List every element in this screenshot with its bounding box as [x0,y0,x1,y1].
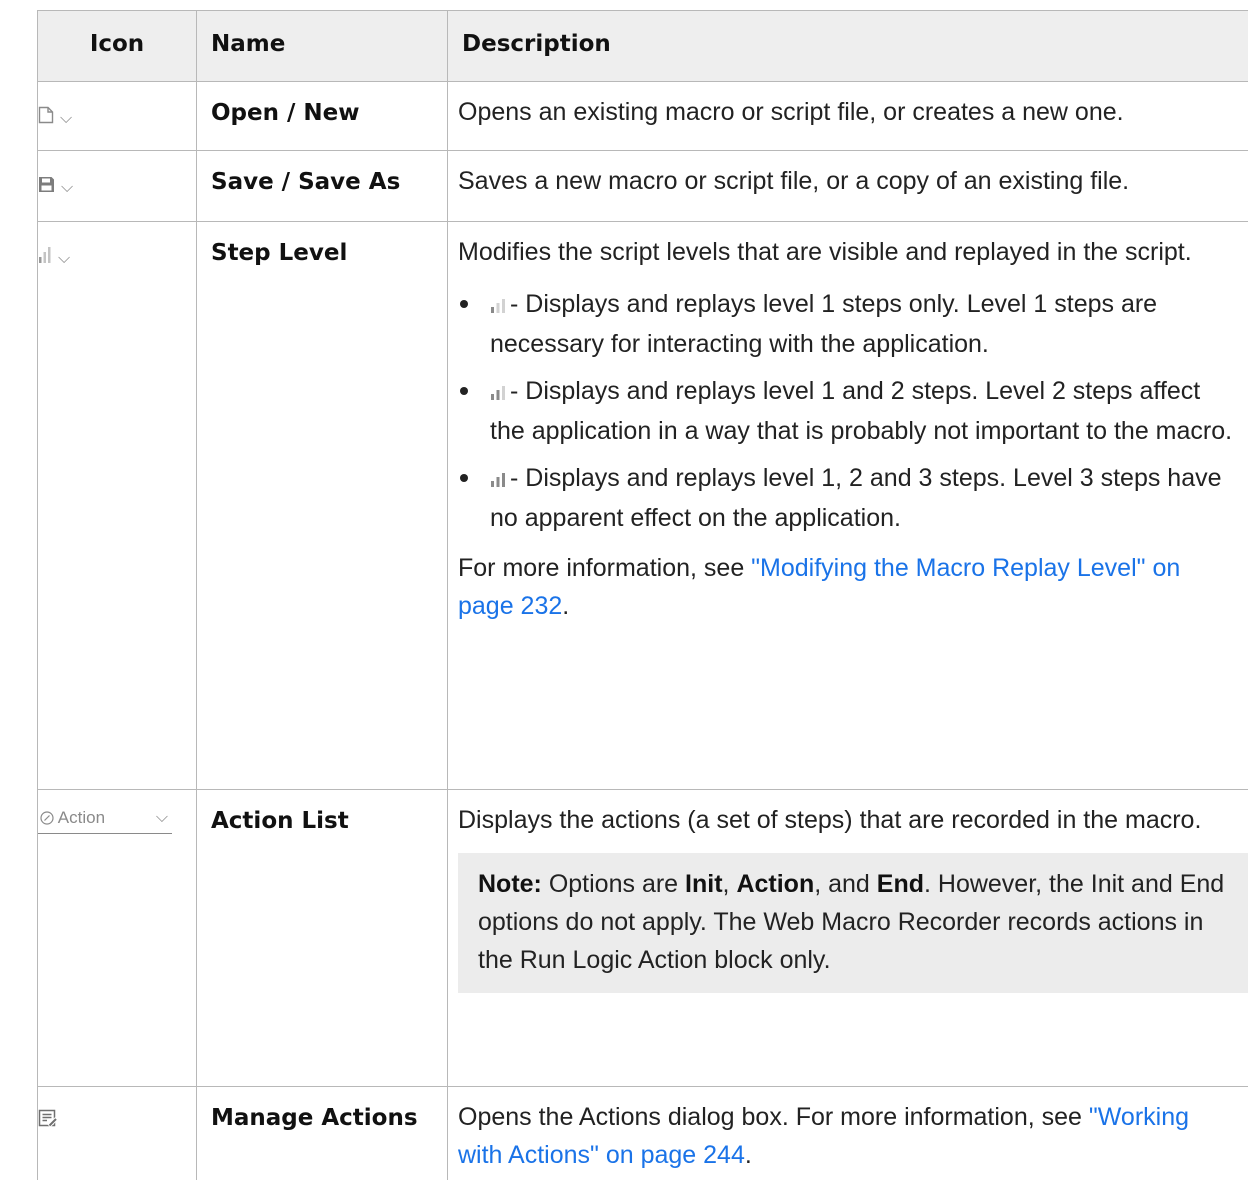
action-list-combo: Action ⌵ [38,803,172,834]
row-name: Open / New [196,81,448,151]
row-description: Saves a new macro or script file, or a c… [447,150,1248,222]
document-page: Icon Name Description ⌵ Open / New Opens… [0,0,1248,1180]
row-description: Modifies the script levels that are visi… [458,238,1192,266]
header-name: Name [196,10,448,82]
chevron-down-icon: ⌵ [60,110,73,127]
level-1-text: - Displays and replays level 1 steps onl… [490,290,1158,358]
more-info-suffix: . [562,592,570,620]
chevron-down-icon: ⌵ [58,250,71,267]
note-text: Options are [541,870,686,898]
row-description: Displays the actions (a set of steps) th… [458,806,1202,834]
table-row: Action ⌵ Action List Displays the action… [37,789,1248,1087]
note-action: Action [736,870,815,898]
save-icon [38,166,55,204]
action-circle-icon [40,811,54,825]
header-description: Description [447,10,1248,82]
row-name: Manage Actions [196,1086,448,1180]
row-description-cell: Opens the Actions dialog box. For more i… [447,1086,1248,1180]
level-2-text: - Displays and replays level 1 and 2 ste… [490,377,1233,445]
row-description-cell: Displays the actions (a set of steps) th… [447,789,1248,1087]
note-end: End [876,870,924,898]
table-row: ⌵ Save / Save As Saves a new macro or sc… [37,150,1248,222]
note-label: Note: [478,870,542,898]
level-3-text: - Displays and replays level 1, 2 and 3 … [490,464,1222,532]
row-name: Step Level [196,221,448,790]
note-init: Init [685,870,723,898]
more-info-prefix: For more information, see [458,554,752,582]
table-header-row: Icon Name Description [37,10,1248,82]
row-description: Opens the Actions dialog box. For more i… [458,1103,1089,1131]
list-item: - Displays and replays level 1 steps onl… [460,285,1235,363]
table-row: ⌵ Step Level Modifies the script levels … [37,221,1248,790]
row-name: Save / Save As [196,150,448,222]
level-3-icon [490,461,506,499]
list-item: - Displays and replays level 1, 2 and 3 … [460,459,1235,537]
row-description-suffix: . [744,1141,752,1169]
action-combo-label: Action [57,808,106,827]
more-info: For more information, see "Modifying the… [458,549,1235,625]
toolbar-reference-table: Icon Name Description ⌵ Open / New Opens… [37,10,1248,1180]
table-row: Manage Actions Opens the Actions dialog … [37,1086,1248,1180]
manage-actions-icon [38,1102,58,1140]
step-level-icon [38,237,52,275]
row-name: Action List [196,789,448,1087]
row-description-cell: Modifies the script levels that are visi… [447,221,1248,790]
icon-cell [37,1086,197,1180]
note-box: Note: Options are Init, Action, and End.… [458,853,1248,993]
list-item: - Displays and replays level 1 and 2 ste… [460,372,1235,450]
icon-cell: ⌵ [37,221,197,790]
table-row: ⌵ Open / New Opens an existing macro or … [37,81,1248,151]
level-1-icon [490,287,506,325]
note-text: , [722,870,737,898]
icon-cell: ⌵ [37,150,197,222]
level-2-icon [490,374,506,412]
row-description: Opens an existing macro or script file, … [447,81,1248,151]
chevron-down-icon: ⌵ [155,809,168,826]
chevron-down-icon: ⌵ [61,179,74,196]
new-file-icon [38,97,54,135]
icon-cell: Action ⌵ [37,789,197,1087]
icon-cell: ⌵ [37,81,197,151]
header-icon: Icon [37,10,197,82]
level-list: - Displays and replays level 1 steps onl… [458,285,1235,537]
note-text: , and [814,870,877,898]
